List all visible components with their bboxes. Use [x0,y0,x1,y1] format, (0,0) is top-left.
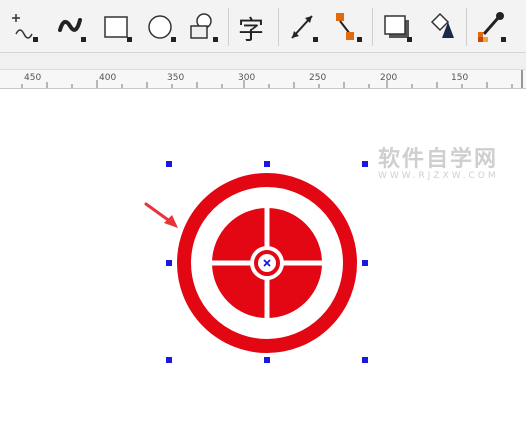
eyedropper-icon[interactable] [474,8,508,44]
watermark-title: 软件自学网 [378,147,499,172]
dimension-icon[interactable] [286,8,320,44]
ruler-label: 250 [309,73,327,83]
fill-icon[interactable] [424,8,458,44]
ruler-label: 200 [380,73,398,83]
drop-shadow-icon[interactable] [380,8,414,44]
ruler-label: 300 [238,73,256,83]
selection-handle[interactable] [166,260,172,266]
text-tool-icon[interactable]: 字 [236,8,270,46]
connector-icon[interactable] [330,8,364,44]
ruler-label: 350 [167,73,185,83]
selection-handle[interactable] [362,161,368,167]
toolbar: 字 [0,0,526,53]
selection-handle[interactable] [362,357,368,363]
selection-handle[interactable] [166,357,172,363]
pointer-arrow-icon [144,202,178,228]
ruler-label: 400 [99,73,117,83]
watermark-url: WWW.RJZXW.COM [378,171,499,181]
ruler-label: 450 [24,73,42,83]
interactive-connector-icon[interactable] [6,8,40,44]
watermark: 软件自学网 WWW.RJZXW.COM [378,141,526,181]
ellipse-icon[interactable] [144,8,178,44]
selection-handle[interactable] [166,161,172,167]
basic-shapes-icon[interactable] [186,8,220,44]
ruler-label: 150 [451,73,469,83]
artistic-media-icon[interactable] [54,8,88,44]
selection-handle[interactable] [264,161,270,167]
selection-handle[interactable] [362,260,368,266]
horizontal-ruler: 450 400 350 300 250 200 150 [0,70,526,89]
rectangle-icon[interactable] [100,8,134,44]
property-bar-strip [0,53,526,70]
selection-handle[interactable] [264,357,270,363]
